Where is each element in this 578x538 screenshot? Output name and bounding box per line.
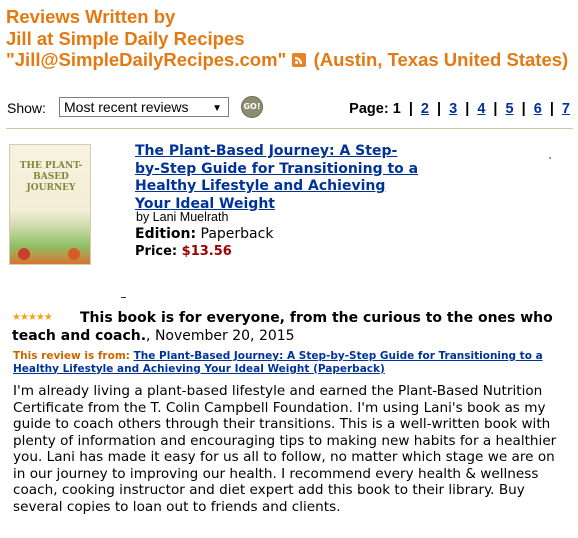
show-label: Show: [7,100,46,116]
product-title-link[interactable]: The Plant-Based Journey: A Step-by-Step … [135,143,420,213]
header-line1: Reviews Written by [6,6,176,27]
page-link-4[interactable]: 4 [477,101,485,117]
page-separator: | [493,101,498,117]
page-label: Page: [349,101,389,117]
stray-dash [121,297,126,298]
star-icon: ★ [43,312,53,323]
go-button[interactable]: GO! [241,96,263,118]
page-separator: | [465,101,470,117]
price-label: Price: [135,244,178,259]
reviewer-email-location: "Jill@SimpleDailyRecipes.com" (Austin, T… [6,49,574,71]
tomato-art [18,248,30,260]
chevron-down-icon: ▼ [212,103,222,114]
reviewer-location: (Austin, Texas United States) [313,49,569,70]
star-icon: ★ [12,312,21,323]
reviewer-name: Jill at Simple Daily Recipes [6,27,245,49]
divider [6,128,573,129]
reviewer-header: Reviews Written by Jill at Simple Daily … [6,6,574,71]
product-edition: Edition: Paperback [135,226,273,242]
star-icon: ★ [27,312,37,323]
page-link-5[interactable]: 5 [506,101,514,117]
review-heading: This book is for everyone, from the curi… [12,309,572,345]
review-date: , November 20, 2015 [146,328,295,344]
sort-selected-value: Most recent reviews [64,99,189,115]
page-link-6[interactable]: 6 [534,101,542,117]
star-icon: ★ [35,312,45,323]
star-icon: ★ [19,312,29,323]
tomato-art [68,248,80,260]
book-cover-image[interactable]: THE PLANT-BASED JOURNEY [9,144,91,265]
pagination: Page: 1 | 2 | 3 | 4 | 5 | 6 | 7 [349,101,570,117]
price-value: $13.56 [181,244,232,259]
review-source: This review is from: The Plant-Based Jou… [13,350,575,375]
page-current: 1 [392,101,401,117]
product-author: by Lani Muelrath [136,210,229,224]
page-separator: | [521,101,526,117]
edition-label: Edition: [135,226,197,242]
review-body: I'm already living a plant-based lifesty… [13,383,557,515]
sort-select[interactable]: Most recent reviews ▼ [59,97,229,117]
star-rating-icon: ★★★★★ [12,312,53,323]
stray-dot [549,157,551,159]
page-separator: | [437,101,442,117]
page-separator: | [408,101,413,117]
page-link-2[interactable]: 2 [421,101,429,117]
cover-title: THE PLANT-BASED JOURNEY [19,161,83,193]
rss-icon[interactable] [292,53,307,67]
review-from-label: This review is from: [13,350,130,362]
reviewer-email: "Jill@SimpleDailyRecipes.com" [6,49,287,70]
page-separator: | [549,101,554,117]
page-link-3[interactable]: 3 [449,101,457,117]
edition-value: Paperback [200,226,274,242]
page-link-7[interactable]: 7 [562,101,570,117]
product-price: Price: $13.56 [135,244,232,259]
